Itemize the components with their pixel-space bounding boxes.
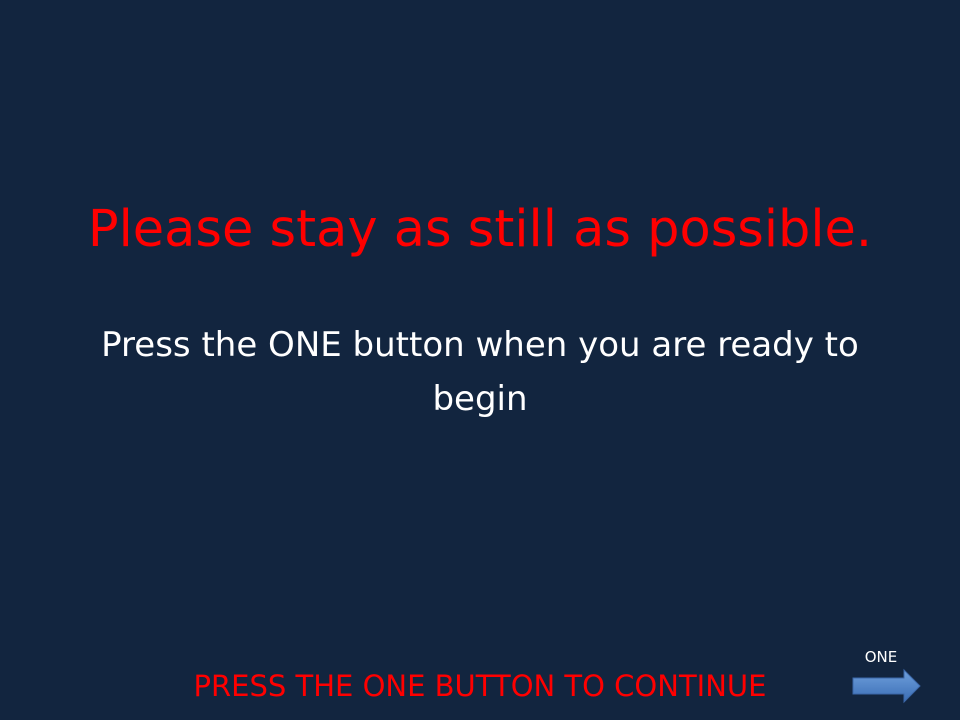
next-arrow-button[interactable] [852,668,922,704]
headline: Please stay as still as possible. [87,200,873,259]
slide: Please stay as still as possible. Press … [0,0,960,720]
continue-prompt: PRESS THE ONE BUTTON TO CONTINUE [193,669,767,703]
right-arrow-icon [852,668,921,704]
instruction-text: Press the ONE button when you are ready … [101,325,859,419]
one-button-label: ONE [864,648,898,666]
